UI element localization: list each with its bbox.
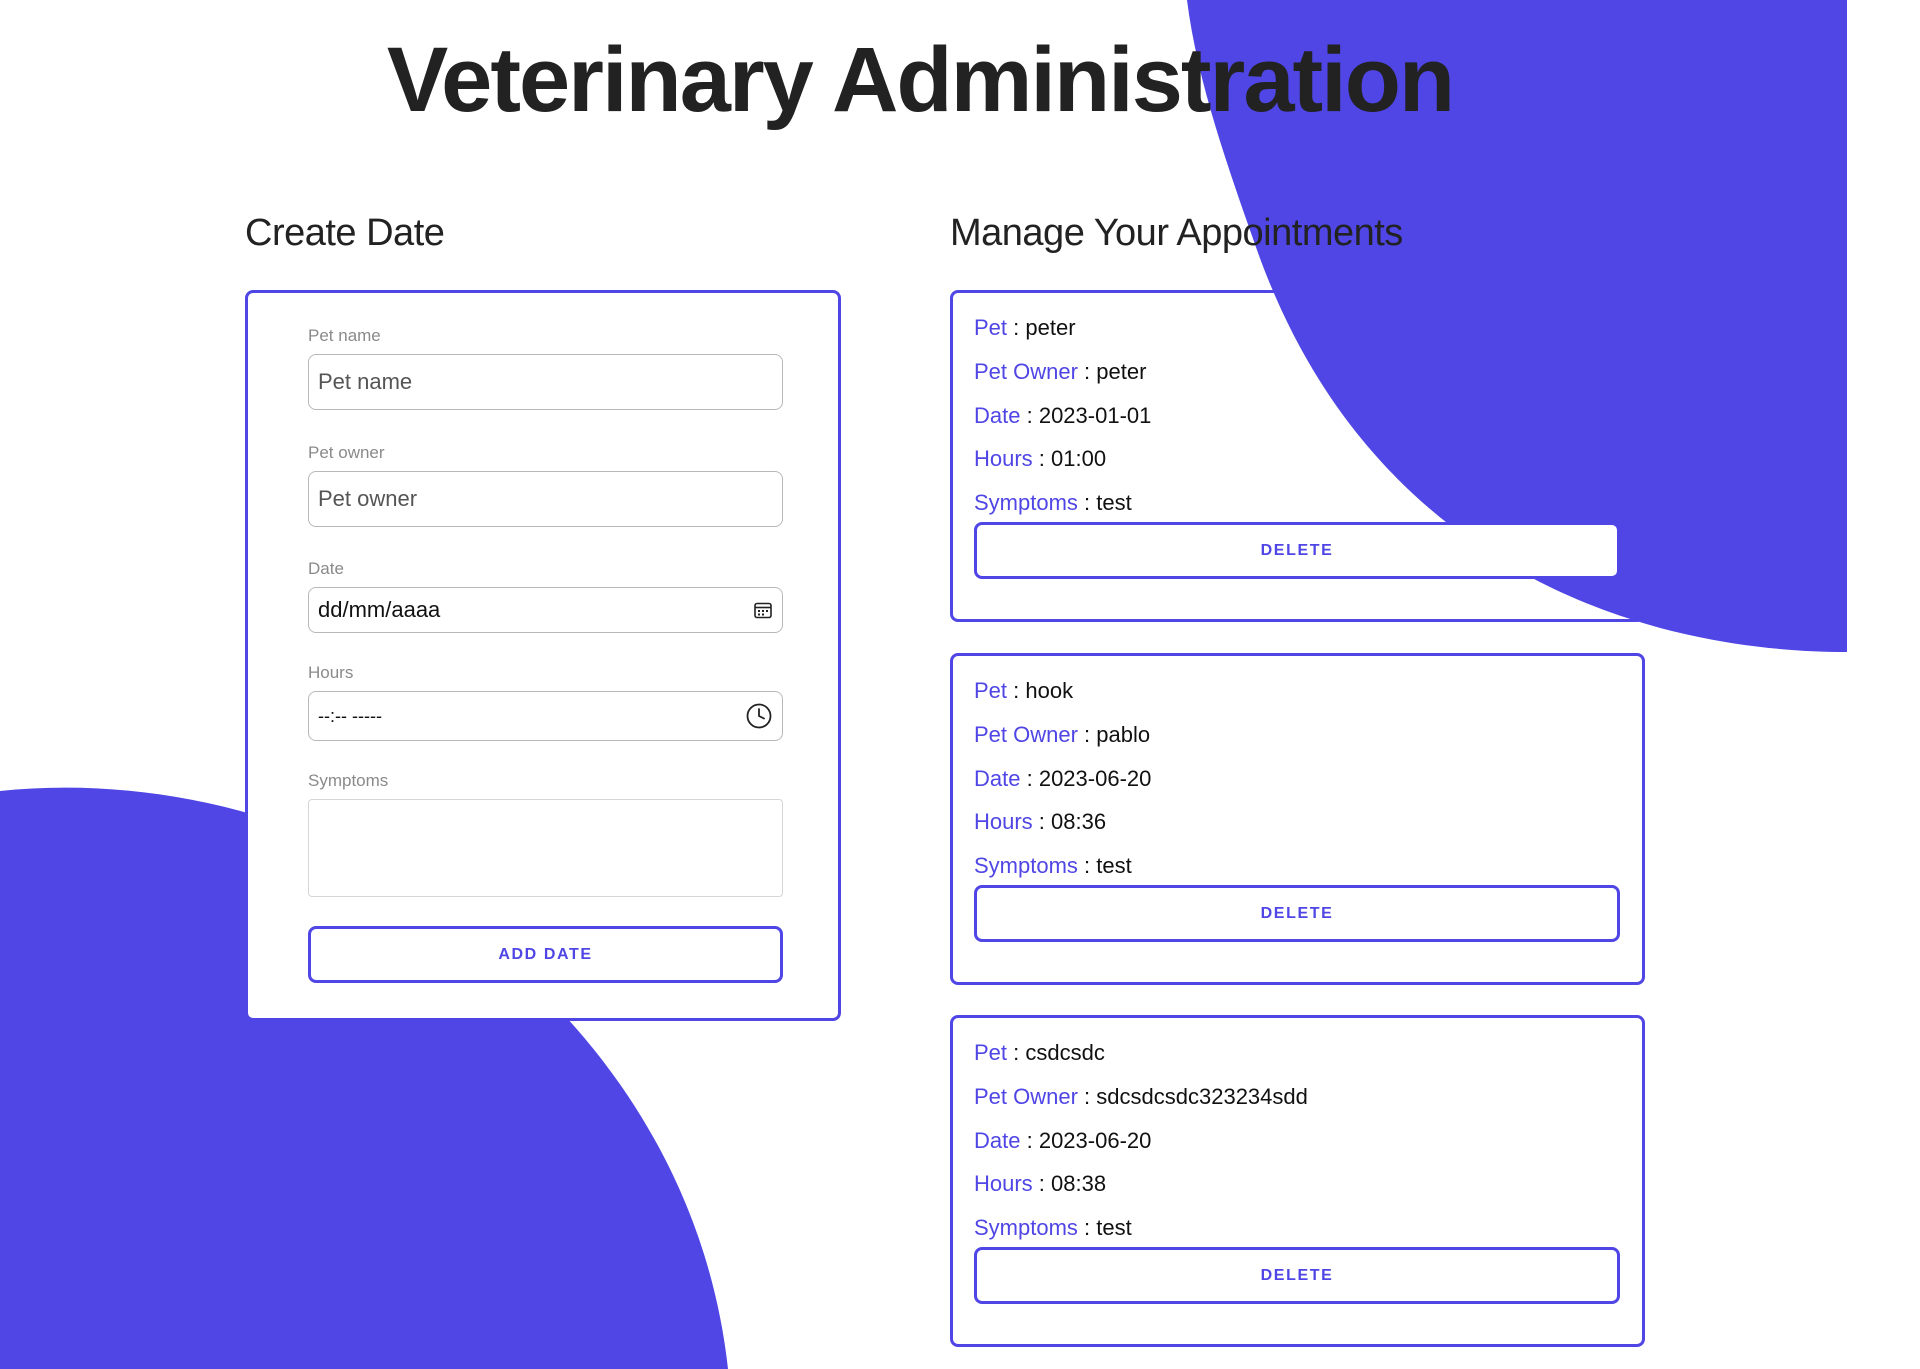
date-key-label: Date	[974, 403, 1021, 428]
hours-key-label: Hours	[974, 1171, 1033, 1196]
separator: :	[1020, 403, 1039, 428]
symptoms-field: Symptoms	[308, 771, 783, 902]
separator: :	[1077, 853, 1097, 878]
appointment-symptoms-row: Symptoms : test	[974, 855, 1132, 877]
appointment-symptoms-row: Symptoms : test	[974, 492, 1132, 514]
delete-button[interactable]: DELETE	[974, 1247, 1620, 1304]
separator: :	[1077, 490, 1097, 515]
date-value: 2023-06-20	[1038, 766, 1152, 791]
separator: :	[1007, 678, 1026, 703]
hours-label: Hours	[308, 663, 354, 682]
appointment-date-row: Date : 2023-06-20	[974, 1130, 1151, 1152]
owner-key-label: Pet Owner	[974, 1084, 1078, 1109]
pet-owner-input[interactable]	[308, 471, 783, 527]
appointment-pet-row: Pet : csdcsdc	[974, 1042, 1105, 1064]
appointment-pet-row: Pet : peter	[974, 317, 1076, 339]
date-input-value: dd/mm/aaaa	[318, 597, 441, 622]
hours-key-label: Hours	[974, 446, 1033, 471]
owner-key-label: Pet Owner	[974, 722, 1078, 747]
calendar-icon[interactable]	[753, 600, 773, 620]
pet-key-label: Pet	[974, 1040, 1008, 1065]
hours-field: Hours --:-- -----	[308, 663, 783, 741]
separator: :	[1020, 766, 1039, 791]
page-title: Veterinary Administration	[386, 29, 1455, 131]
manage-appointments-heading: Manage Your Appointments	[950, 212, 1403, 254]
owner-value: pablo	[1096, 722, 1151, 747]
symptoms-label: Symptoms	[308, 771, 389, 790]
create-date-heading: Create Date	[245, 212, 445, 254]
separator: :	[1077, 1084, 1097, 1109]
appointment-owner-row: Pet Owner : pablo	[974, 724, 1150, 746]
pet-value: csdcsdc	[1025, 1040, 1105, 1065]
hours-input[interactable]: --:-- -----	[308, 691, 783, 741]
appointment-date-row: Date : 2023-01-01	[974, 405, 1151, 427]
separator: :	[1077, 722, 1097, 747]
pet-owner-field: Pet owner	[308, 443, 783, 527]
delete-button[interactable]: DELETE	[974, 885, 1620, 942]
appointment-hours-row: Hours : 08:38	[974, 1173, 1106, 1195]
appointment-symptoms-row: Symptoms : test	[974, 1217, 1132, 1239]
symptoms-key-label: Symptoms	[974, 1215, 1078, 1240]
hours-value: 01:00	[1051, 446, 1107, 471]
add-date-button[interactable]: ADD DATE	[308, 926, 783, 983]
separator: :	[1007, 1040, 1026, 1065]
pet-name-field: Pet name	[308, 326, 783, 410]
symptoms-key-label: Symptoms	[974, 490, 1078, 515]
hours-input-value: --:-- -----	[318, 705, 382, 726]
create-date-form: Pet name Pet owner Date dd/mm/aaaa	[245, 290, 841, 1021]
symptoms-key-label: Symptoms	[974, 853, 1078, 878]
separator: :	[1077, 1215, 1097, 1240]
pet-key-label: Pet	[974, 678, 1008, 703]
pet-value: hook	[1025, 678, 1074, 703]
owner-value: peter	[1096, 359, 1147, 384]
symptoms-value: test	[1096, 490, 1132, 515]
date-input[interactable]: dd/mm/aaaa	[308, 587, 783, 633]
date-field: Date dd/mm/aaaa	[308, 559, 783, 633]
delete-button[interactable]: DELETE	[974, 522, 1620, 579]
separator: :	[1007, 315, 1026, 340]
separator: :	[1032, 809, 1052, 834]
appointment-hours-row: Hours : 01:00	[974, 448, 1106, 470]
appointment-hours-row: Hours : 08:36	[974, 811, 1106, 833]
pet-name-label: Pet name	[308, 326, 381, 345]
hours-value: 08:36	[1051, 809, 1107, 834]
separator: :	[1032, 1171, 1052, 1196]
separator: :	[1020, 1128, 1039, 1153]
hours-key-label: Hours	[974, 809, 1033, 834]
symptoms-value: test	[1096, 853, 1132, 878]
owner-value: sdcsdcsdc323234sdd	[1096, 1084, 1308, 1109]
owner-key-label: Pet Owner	[974, 359, 1078, 384]
appointment-owner-row: Pet Owner : peter	[974, 361, 1146, 383]
clock-icon[interactable]	[745, 702, 773, 730]
date-label: Date	[308, 559, 344, 578]
appointment-pet-row: Pet : hook	[974, 680, 1073, 702]
pet-value: peter	[1025, 315, 1076, 340]
date-key-label: Date	[974, 1128, 1021, 1153]
appointment-date-row: Date : 2023-06-20	[974, 768, 1151, 790]
date-value: 2023-01-01	[1038, 403, 1152, 428]
separator: :	[1032, 446, 1052, 471]
appointment-card: Pet : csdcsdc Pet Owner : sdcsdcsdc32323…	[950, 1015, 1645, 1347]
pet-name-input[interactable]	[308, 354, 783, 410]
date-value: 2023-06-20	[1038, 1128, 1152, 1153]
symptoms-value: test	[1096, 1215, 1132, 1240]
separator: :	[1077, 359, 1097, 384]
symptoms-textarea[interactable]	[308, 799, 783, 897]
appointment-card: Pet : hook Pet Owner : pablo Date : 2023…	[950, 653, 1645, 985]
pet-owner-label: Pet owner	[308, 443, 385, 462]
appointment-owner-row: Pet Owner : sdcsdcsdc323234sdd	[974, 1086, 1308, 1108]
appointment-card: Pet : peter Pet Owner : peter Date : 202…	[950, 290, 1645, 622]
date-key-label: Date	[974, 766, 1021, 791]
pet-key-label: Pet	[974, 315, 1008, 340]
hours-value: 08:38	[1051, 1171, 1107, 1196]
